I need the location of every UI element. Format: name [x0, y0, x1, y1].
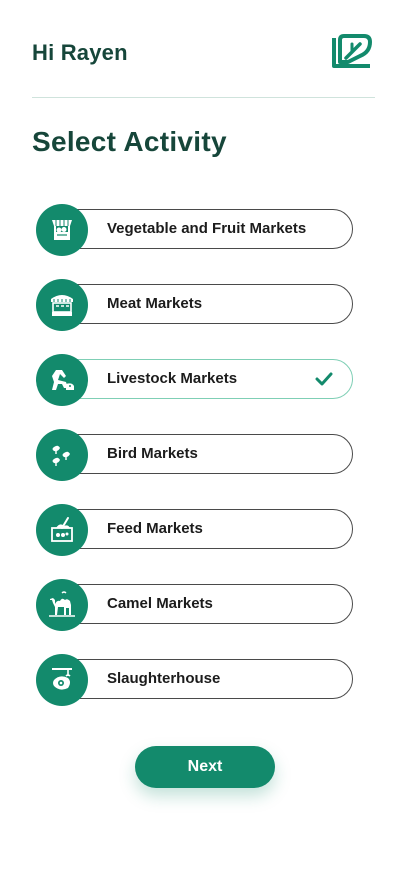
greeting-text: Hi Rayen	[32, 40, 128, 65]
header-divider	[32, 97, 375, 98]
meat-shop-icon	[36, 279, 88, 331]
option-label: Camel Markets	[107, 595, 213, 612]
next-button[interactable]: Next	[135, 746, 275, 788]
option-label: Vegetable and Fruit Markets	[107, 220, 307, 237]
option-label: Meat Markets	[107, 295, 203, 312]
option-label: Bird Markets	[107, 445, 198, 462]
page-title: Select Activity	[32, 126, 227, 157]
livestock-icon	[36, 354, 88, 406]
option-pill	[56, 509, 353, 549]
select-activity-screen: Hi Rayen Select Activity Vegetable and F…	[0, 0, 408, 890]
birds-icon	[36, 429, 88, 481]
activity-option-livestock-markets[interactable]: Livestock Markets	[36, 354, 353, 406]
activity-option-vegetable-fruit-markets[interactable]: Vegetable and Fruit Markets	[36, 204, 353, 256]
feed-basket-icon	[36, 504, 88, 556]
activity-option-slaughterhouse[interactable]: Slaughterhouse	[36, 654, 353, 706]
camel-icon	[36, 579, 88, 631]
leaf-logo-icon	[332, 34, 372, 68]
option-label: Livestock Markets	[107, 370, 238, 387]
option-label: Slaughterhouse	[107, 670, 221, 687]
activity-option-camel-markets[interactable]: Camel Markets	[36, 579, 353, 631]
slaughterhouse-icon	[36, 654, 88, 706]
option-pill	[56, 284, 353, 324]
activity-option-meat-markets[interactable]: Meat Markets	[36, 279, 353, 331]
option-pill	[56, 434, 353, 474]
option-label: Feed Markets	[107, 520, 203, 537]
activity-option-bird-markets[interactable]: Bird Markets	[36, 429, 353, 481]
vegetable-stall-icon	[36, 204, 88, 256]
activity-option-feed-markets[interactable]: Feed Markets	[36, 504, 353, 556]
checkmark-icon	[315, 372, 333, 386]
